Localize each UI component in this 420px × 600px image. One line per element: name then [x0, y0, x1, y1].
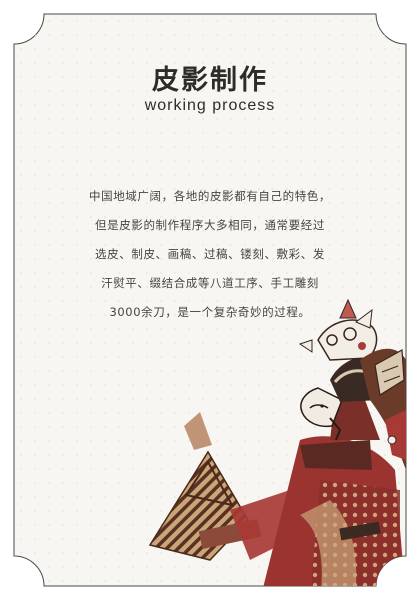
page-subtitle: working process	[144, 97, 276, 114]
description-line: 选皮、制皮、画稿、过稿、镂刻、敷彩、发	[95, 247, 325, 261]
description-line: 中国地域广阔，各地的皮影都有自己的特色，	[89, 189, 331, 203]
page-title: 皮影制作	[152, 65, 268, 96]
description-paragraph: 中国地域广阔，各地的皮影都有自己的特色， 但是皮影的制作程序大多相同，通常要经过…	[60, 182, 360, 327]
page: 皮影制作 working process 中国地域广阔，各地的皮影都有自己的特色…	[0, 0, 420, 600]
description-line: 汗熨平、缀结合成等八道工序、手工雕刻	[101, 276, 319, 290]
description-line: 但是皮影的制作程序大多相同，通常要经过	[95, 218, 325, 232]
description-line: 3000余刀，是一个复杂奇妙的过程。	[109, 305, 311, 319]
